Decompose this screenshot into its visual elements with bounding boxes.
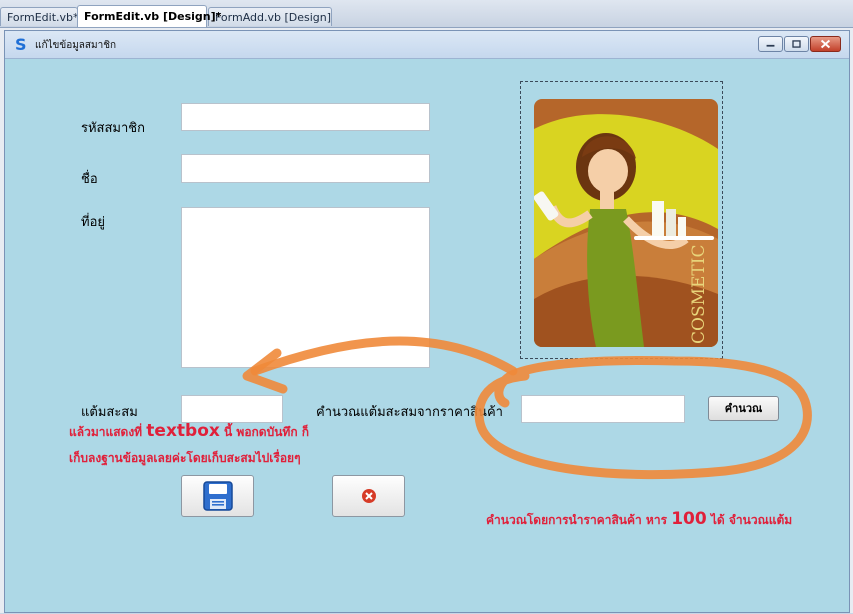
app-icon: S xyxy=(15,35,27,54)
cosmetic-brand-text: COSMETIC xyxy=(689,245,709,344)
note3-number: 100 xyxy=(671,509,707,529)
calc-points-label: คำนวณแต้มสะสมจากราคาสินค้า xyxy=(316,405,503,420)
minimize-icon xyxy=(766,44,775,47)
member-id-label: รหัสสมาชิก xyxy=(81,121,145,136)
address-label: ที่อยู่ xyxy=(81,215,105,230)
minimize-button[interactable] xyxy=(758,36,783,52)
points-input[interactable] xyxy=(181,395,283,423)
maximize-icon xyxy=(792,40,801,48)
annotation-note-3: คำนวณโดยการนำราคาสินค้า หาร 100 ได้ จำนว… xyxy=(486,509,792,530)
name-label: ชื่อ xyxy=(81,172,98,187)
note3-prefix: คำนวณโดยการนำราคาสินค้า หาร xyxy=(486,513,668,527)
price-input[interactable] xyxy=(521,395,685,423)
cosmetic-illustration: COSMETIC xyxy=(534,99,718,347)
floppy-disk-icon xyxy=(203,481,233,511)
close-icon xyxy=(820,39,831,49)
member-id-input[interactable] xyxy=(181,103,430,131)
note1-suffix: นี้ พอกดบันทึก ก็ xyxy=(224,425,310,439)
note1-highlight: textbox xyxy=(146,421,220,441)
points-label: แต้มสะสม xyxy=(81,405,138,420)
maximize-button[interactable] xyxy=(784,36,809,52)
note1-prefix: แล้วมาแสดงที่ xyxy=(69,425,143,439)
title-bar: S แก้ไขข้อมูลสมาชิก xyxy=(5,31,849,59)
annotation-note-2: เก็บลงฐานข้อมูลเลยค่ะโดยเก็บสะสมไปเรื่อย… xyxy=(69,451,301,465)
name-input[interactable] xyxy=(181,154,430,183)
calculate-button[interactable]: คำนวณ xyxy=(708,396,779,421)
close-circle-icon xyxy=(362,489,376,503)
form-window: S แก้ไขข้อมูลสมาชิก รหัสสมาชิก ชื่อ ที่อ… xyxy=(4,30,850,613)
note3-suffix: ได้ จำนวณแต้ม xyxy=(710,513,793,527)
cancel-button[interactable] xyxy=(332,475,405,517)
window-title: แก้ไขข้อมูลสมาชิก xyxy=(35,40,117,51)
tab-formedit-design[interactable]: FormEdit.vb [Design]* xyxy=(77,5,221,27)
annotation-note-1: แล้วมาแสดงที่ textbox นี้ พอกดบันทึก ก็ xyxy=(69,421,309,442)
document-tab-bar: FormEdit.vb* FormEdit.vb [Design]* FormA… xyxy=(0,0,853,28)
close-window-button[interactable] xyxy=(810,36,841,52)
address-textarea[interactable] xyxy=(181,207,430,368)
picture-box[interactable]: COSMETIC xyxy=(520,81,723,359)
tab-formedit-code[interactable]: FormEdit.vb* xyxy=(0,7,79,26)
save-button[interactable] xyxy=(181,475,254,517)
tab-formadd-design[interactable]: FormAdd.vb [Design] xyxy=(208,7,332,26)
